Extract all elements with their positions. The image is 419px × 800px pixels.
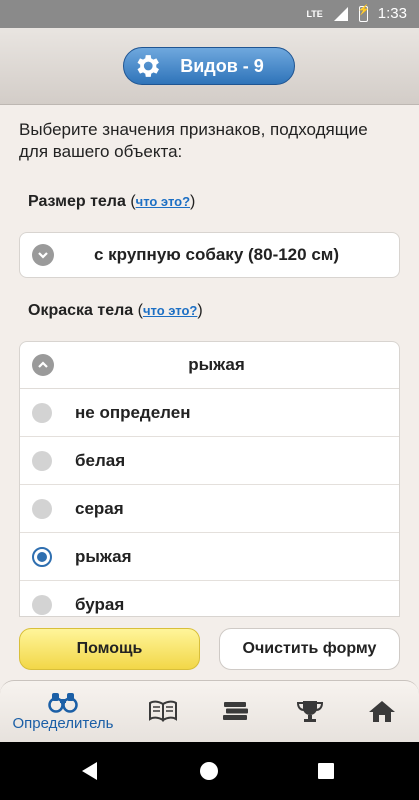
back-icon[interactable]: [82, 762, 97, 780]
tab-book[interactable]: [143, 681, 183, 741]
body-color-value: рыжая: [188, 355, 245, 374]
system-nav-bar: [0, 742, 419, 800]
radio-button[interactable]: [32, 402, 52, 423]
tab-identifier[interactable]: Определитель: [0, 681, 126, 741]
tab-library[interactable]: [216, 681, 256, 741]
species-count-button[interactable]: Видов - 9: [123, 47, 295, 85]
tab-bar: Определитель: [0, 680, 419, 742]
home-circle-icon[interactable]: [200, 762, 218, 780]
filter-form: Выберите значения признаков, подходящие …: [0, 105, 419, 675]
chevron-up-icon: [32, 354, 54, 376]
recent-apps-icon[interactable]: [318, 763, 334, 779]
color-option[interactable]: белая: [20, 437, 399, 485]
network-type: LTE: [306, 8, 323, 19]
tab-home[interactable]: [362, 681, 402, 741]
body-color-select[interactable]: рыжая: [20, 342, 399, 389]
intro-text: Выберите значения признаков, подходящие …: [19, 120, 368, 161]
option-label: бурая: [75, 594, 125, 614]
color-option[interactable]: бурая: [20, 581, 399, 616]
body-size-select[interactable]: с крупную собаку (80-120 см): [19, 232, 400, 278]
species-count-label: Видов - 9: [180, 55, 264, 76]
option-label: не определен: [75, 402, 191, 422]
color-option[interactable]: не определен: [20, 389, 399, 437]
signal-icon: [333, 6, 348, 21]
body-color-list: рыжая не определен белая серая рыжая бур…: [19, 341, 400, 617]
status-bar: LTE 1:33: [0, 0, 419, 28]
books-icon: [223, 702, 248, 720]
body-size-value: с крупную собаку (80-120 см): [93, 245, 340, 264]
option-label: рыжая: [75, 546, 132, 566]
radio-button[interactable]: [32, 594, 52, 615]
radio-button-checked[interactable]: [32, 546, 52, 567]
body-color-label: Окраска тела (что это?): [28, 302, 203, 319]
radio-button[interactable]: [32, 450, 52, 471]
option-label: белая: [75, 450, 126, 470]
body-color-help-link[interactable]: что это?: [143, 303, 197, 318]
open-book-icon: [149, 700, 177, 722]
clear-form-button[interactable]: Очистить форму: [219, 628, 400, 670]
clock: 1:33: [377, 5, 407, 22]
color-option[interactable]: рыжая: [20, 533, 399, 581]
option-label: серая: [75, 498, 124, 518]
binoculars-icon: [48, 692, 78, 713]
top-bar: Видов - 9: [0, 28, 419, 105]
trophy-icon: [296, 701, 324, 722]
radio-button[interactable]: [32, 498, 52, 519]
color-option[interactable]: серая: [20, 485, 399, 533]
gear-icon: [137, 55, 159, 77]
battery-icon: [358, 5, 370, 22]
help-button[interactable]: Помощь: [19, 628, 200, 670]
body-size-help-link[interactable]: что это?: [136, 194, 190, 209]
home-icon: [369, 701, 395, 722]
body-size-label: Размер тела (что это?): [28, 193, 196, 210]
chevron-down-icon: [32, 244, 54, 266]
tab-achievements[interactable]: [290, 681, 330, 741]
tab-identifier-label: Определитель: [12, 714, 114, 732]
